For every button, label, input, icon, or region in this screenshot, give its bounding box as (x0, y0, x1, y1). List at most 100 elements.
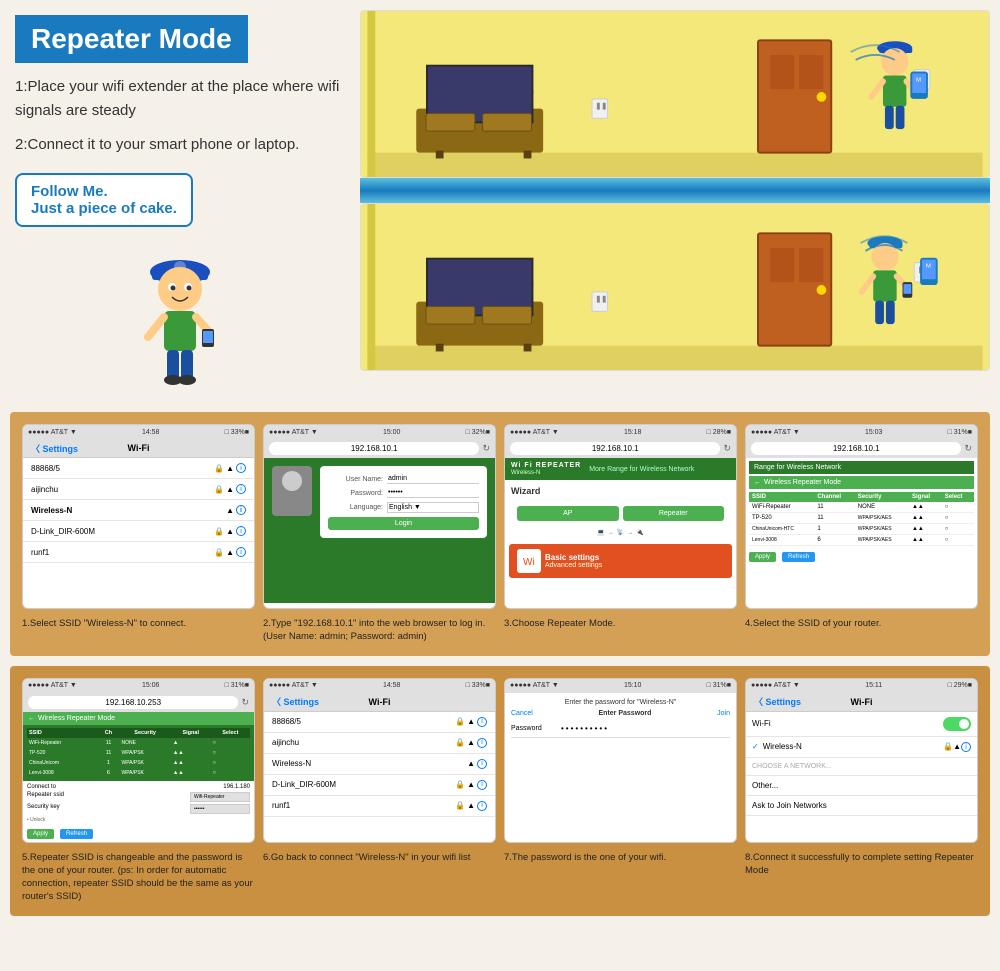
wifi-item-1a[interactable]: 88868/5 🔒▲i (23, 458, 254, 479)
lock-icon-6d: 🔒 (455, 780, 465, 789)
step-icon-router: 🔌 (636, 529, 643, 536)
status-time-7: 15:10 (624, 682, 642, 689)
back-arrow-4[interactable]: ← (754, 479, 761, 486)
repeater-mode-btn[interactable]: Repeater (623, 506, 725, 521)
password-field-label: Password (511, 725, 561, 732)
screenshots-row-2: ●●●●● AT&T ▼ 15:06 □ 31%■ 192.168.10.253… (10, 666, 990, 916)
language-label: Language: (328, 504, 383, 511)
back-btn-6[interactable]: 〈 Settings (272, 695, 319, 708)
back-arrow-5[interactable]: ← (28, 715, 35, 722)
apply-button-5[interactable]: Apply (27, 829, 54, 839)
back-btn-1[interactable]: 〈 Settings (31, 442, 78, 455)
ip-display: 196.1.180 (223, 784, 250, 790)
wifi-connected-item[interactable]: ✓ Wireless-N 🔒▲i (746, 737, 977, 759)
room-bottom-svg: M (361, 204, 989, 370)
step-captions-row2: 5.Repeater SSID is changeable and the pa… (22, 851, 978, 904)
wifi-title-6: Wi-Fi (369, 697, 391, 707)
repeater-config-screen: ← Wireless Repeater Mode SSID Ch Securit… (23, 712, 254, 842)
wifi-item-6d[interactable]: D-Link_DIR-600M 🔒▲i (264, 775, 495, 796)
status-bar-1: ●●●●● AT&T ▼ 14:58 □ 33%■ (23, 425, 254, 439)
url-text-2[interactable]: 192.168.10.1 (269, 442, 479, 455)
wifi-item-1c[interactable]: Wireless-N ▲i (23, 500, 254, 521)
wifi-item-6c[interactable]: Wireless-N ▲i (264, 754, 495, 775)
url-text-5[interactable]: 192.168.10.253 (28, 696, 238, 709)
ssid-row-2[interactable]: TP-520 11 WPA/PSK/AES ▲▲ ○ (749, 513, 974, 524)
rep-ssid-row-4[interactable]: Lenvi-3008 6 WPA/PSK ▲▲ ○ (27, 768, 250, 778)
wifi-item-1e[interactable]: runf1 🔒▲i (23, 542, 254, 563)
security-key-field[interactable]: •••••• (190, 804, 250, 814)
wifi-item-1d[interactable]: D-Link_DIR-600M 🔒▲i (23, 521, 254, 542)
reload-icon-5[interactable]: ↻ (241, 697, 249, 708)
refresh-button[interactable]: Refresh (782, 552, 815, 562)
password-input-login[interactable]: •••••• (387, 488, 479, 498)
rep-ssid-row-2[interactable]: TP-520 11 WPA/PSK ▲▲ ○ (27, 748, 250, 758)
choose-network-label: CHOOSE A NETWORK... (746, 758, 977, 776)
status-time-5: 15:06 (142, 682, 160, 689)
repeater-config-header: ← Wireless Repeater Mode (23, 712, 254, 725)
ssid-sel-3[interactable]: ○ (942, 524, 974, 535)
login-button[interactable]: Login (328, 517, 479, 530)
url-bar-3: 192.168.10.1 ↻ (505, 439, 736, 458)
rep-sec-col: Security (119, 728, 170, 738)
ask-join-item[interactable]: Ask to Join Networks (746, 796, 977, 816)
wifi-item-6b[interactable]: aijinchu 🔒▲i (264, 733, 495, 754)
refresh-button-5[interactable]: Refresh (60, 829, 93, 839)
status-battery-4: □ 31%■ (948, 429, 972, 436)
password-field-row: Password •••••••••• (511, 720, 730, 738)
wifi-icon-1a: ▲ (226, 464, 234, 473)
wifi-header-8: 〈 Settings Wi-Fi (746, 693, 977, 712)
url-bar-2: 192.168.10.1 ↻ (264, 439, 495, 458)
reload-icon-3[interactable]: ↻ (723, 443, 731, 454)
status-bar-7: ●●●●● AT&T ▼ 15:10 □ 31%■ (505, 679, 736, 693)
username-row: User Name: admin (328, 474, 479, 484)
language-select[interactable]: English ▼ (387, 502, 479, 513)
rep-ch-col: Ch (97, 728, 119, 738)
screenshots-grid-1: ●●●●● AT&T ▼ 14:58 □ 33%■ 〈 Settings Wi-… (22, 424, 978, 609)
ssid-action-buttons: Apply Refresh (749, 549, 974, 562)
wifi-icon-6c: ▲ (467, 759, 475, 768)
status-battery-8: □ 29%■ (948, 682, 972, 689)
wifi-item-1b[interactable]: aijinchu 🔒▲i (23, 479, 254, 500)
url-text-4[interactable]: 192.168.10.1 (751, 442, 961, 455)
url-text-3[interactable]: 192.168.10.1 (510, 442, 720, 455)
wifi-item-6e[interactable]: runf1 🔒▲i (264, 796, 495, 817)
unlock-note: • Unlock (27, 817, 250, 823)
wifi-toggle[interactable] (943, 717, 971, 731)
screenshot-3: ●●●●● AT&T ▼ 15:18 □ 28%■ 192.168.10.1 ↻… (504, 424, 737, 609)
username-input[interactable]: admin (387, 474, 479, 484)
ssid-row-1[interactable]: WiFi-Repeater 11 NONE ▲▲ ○ (749, 502, 974, 513)
svg-text:Wi: Wi (523, 557, 535, 568)
other-network-item[interactable]: Other... (746, 776, 977, 796)
back-btn-8[interactable]: 〈 Settings (754, 695, 801, 708)
reload-icon-2[interactable]: ↻ (482, 443, 490, 454)
password-field-value[interactable]: •••••••••• (561, 724, 609, 733)
lock-icon-1d: 🔒 (214, 527, 224, 536)
top-section: Repeater Mode 1:Place your wifi extender… (0, 0, 1000, 402)
ssid-sel-1[interactable]: ○ (942, 502, 974, 513)
rep-ssid-row-3[interactable]: ChinaUnicom 1 WPA/PSK ▲▲ ○ (27, 758, 250, 768)
ssid-sel-2[interactable]: ○ (942, 513, 974, 524)
wifi-item-6a[interactable]: 88868/5 🔒▲i (264, 712, 495, 733)
ssid-sel-4[interactable]: ○ (942, 535, 974, 546)
apply-button[interactable]: Apply (749, 552, 776, 562)
step-captions-row1: 1.Select SSID "Wireless-N" to connect. 2… (22, 617, 978, 644)
status-time-6: 14:58 (383, 682, 401, 689)
reload-icon-4[interactable]: ↻ (964, 443, 972, 454)
repeater-mode-label-5: Wireless Repeater Mode (38, 715, 115, 722)
ssid-table: SSID Channel Security Signal Select WiFi… (749, 492, 974, 546)
ssid-row-3[interactable]: ChinaUnicom-HTC 1 WPA/PSK/AES ▲▲ ○ (749, 524, 974, 535)
ssid-name-3: ChinaUnicom-HTC (749, 524, 814, 535)
ap-mode-btn[interactable]: AP (517, 506, 619, 521)
wireless-mode-label: Wireless Repeater Mode (764, 479, 841, 486)
rep-ssid-col: SSID (27, 728, 97, 738)
status-bar-8: ●●●●● AT&T ▼ 15:11 □ 29%■ (746, 679, 977, 693)
cancel-button-7[interactable]: Cancel (511, 710, 533, 717)
wifi-complete-screen: 〈 Settings Wi-Fi Wi-Fi ✓ Wireless-N 🔒▲i … (746, 693, 977, 817)
ssid-row-4[interactable]: Lenvi-3008 6 WPA/PSK/AES ▲▲ ○ (749, 535, 974, 546)
repeater-ssid-field[interactable]: Wifi-Repeater (190, 792, 250, 802)
rep-ssid-row-1[interactable]: WiFi-Repeater 11 NONE ▲ ○ (27, 738, 250, 748)
caption-step-1: 1.Select SSID "Wireless-N" to connect. (22, 617, 255, 644)
join-button[interactable]: Join (717, 710, 730, 717)
repeater-ssid-table-section: SSID Ch Security Signal Select WiFi-Repe… (23, 725, 254, 781)
basic-settings-bar[interactable]: Wi Basic settings Advanced settings (509, 544, 732, 578)
